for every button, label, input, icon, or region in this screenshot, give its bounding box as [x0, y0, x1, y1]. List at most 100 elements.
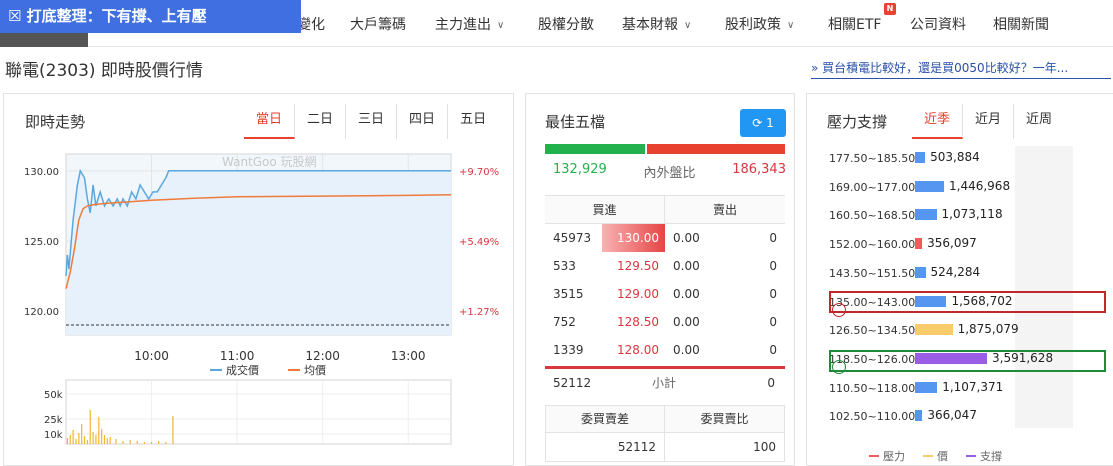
ratio-label: 內外盤比 [643, 166, 696, 181]
volume-bar [915, 324, 953, 336]
legend-label: 支撐 [980, 450, 1002, 463]
price-range: 102.50~110.00 [829, 410, 916, 424]
volume-bar [92, 432, 94, 444]
volume-bar [165, 442, 167, 444]
ask-price: 0.00 [673, 259, 700, 273]
volume-bar [86, 440, 88, 444]
bid-volume: 533 [553, 259, 576, 273]
nav-item-label: 主力進出 [435, 17, 491, 33]
marker-circle-green [832, 360, 846, 374]
promo-link[interactable]: » 買台積電比較好，還是買0050比較好？一年... [811, 59, 1111, 79]
volume-bar [89, 410, 91, 444]
ask-volume: 0 [769, 259, 777, 273]
ask-price: 0.00 [673, 287, 700, 301]
y-tick-percent-label: +1.27% [459, 307, 499, 318]
nav-item-news[interactable]: 相關新聞 [993, 0, 1049, 47]
diff-values: 52112 100 [546, 433, 784, 461]
best5-row: 752 128.50 0.00 0 [545, 308, 785, 336]
volume-bar [75, 439, 77, 444]
subtotal-sell: 0 [767, 376, 775, 390]
nav-item-dividend[interactable]: 股利政策 ∨ [725, 0, 794, 47]
sticky-banner[interactable]: ☒ 打底整理：下有撐、上有壓 [0, 0, 301, 33]
volume-tick-label: 50k [44, 390, 63, 401]
bid-price: 129.50 [617, 259, 659, 273]
bid-volume: 752 [553, 315, 576, 329]
ratio-value: 100 [753, 440, 776, 454]
inner-outer-row: 132,929 內外盤比 186,343 [534, 162, 794, 181]
volume-value: 366,047 [927, 408, 977, 423]
pressure-row: 102.50~110.00 366,047 [807, 407, 1107, 427]
outer-ratio-fill [646, 144, 785, 154]
volume-bar [915, 209, 937, 221]
price-range: 160.50~168.50 [829, 209, 916, 223]
bid-volume: 3515 [553, 287, 584, 301]
nav-item-etf[interactable]: 相關ETF [828, 0, 881, 47]
volume-tick-label: 10k [44, 430, 63, 441]
volume-bar [106, 438, 108, 444]
nav-item-big-holders[interactable]: 大戶籌碼 [350, 0, 406, 47]
tab-quarter[interactable]: 近季 [912, 104, 964, 139]
bid-volume: 45973 [553, 231, 592, 245]
legend-price: 成交價 [210, 362, 259, 378]
page-title: 聯電(2303) 即時股價行情 [5, 61, 203, 81]
volume-value: 1,446,968 [949, 178, 1011, 193]
x-tick-label: 13:00 [391, 349, 426, 363]
y-tick-label: 130.00 [24, 167, 59, 178]
pressure-title: 壓力支撐 [827, 113, 888, 131]
refresh-icon: ⟳ [752, 116, 763, 130]
pressure-row: 152.00~160.00 356,097 [807, 235, 1107, 255]
volume-bar [95, 435, 97, 444]
volume-bar [172, 416, 174, 444]
volume-bar [915, 152, 926, 163]
volume-bar [129, 440, 131, 444]
subtotal-buy: 52112 [553, 376, 592, 390]
ask-volume: 0 [769, 343, 777, 357]
nav-item-equity-dispersion[interactable]: 股權分散 [538, 0, 594, 47]
diff-value: 52112 [546, 433, 665, 461]
ask-price: 0.00 [673, 343, 700, 357]
subtotal-label: 小計 [651, 376, 676, 390]
volume-value: 356,097 [927, 236, 977, 251]
pressure-row: 160.50~168.50 1,073,118 [807, 206, 1107, 226]
volume-bar [122, 441, 124, 444]
nav-item-company[interactable]: 公司資料 [910, 0, 966, 47]
volume-bar [915, 180, 944, 192]
ratio-header-label: 委買賣比 [700, 412, 749, 426]
best5-row: 45973 130.00 0.00 0 [545, 224, 785, 252]
volume-bar [143, 442, 146, 444]
nav-item-change[interactable]: 變化 [297, 0, 325, 47]
best5-header: 買進 賣出 [545, 196, 785, 224]
buy-header: 買進 [545, 196, 665, 223]
price-range: 110.50~118.00 [829, 381, 916, 395]
pressure-row: 169.00~177.00 1,446,968 [807, 178, 1107, 198]
volume-bar [136, 441, 138, 444]
legend-support: 支撐 [966, 448, 1002, 464]
legend-avg: 均價 [288, 362, 326, 378]
tab-month[interactable]: 近月 [963, 104, 1015, 139]
top-nav: ☒ 打底整理：下有撐、上有壓 變化 大戶籌碼 主力進出 ∨ 股權分散 基本財報 ∨ … [0, 0, 1113, 47]
volume-bar [101, 429, 103, 444]
tab-week[interactable]: 近周 [1014, 104, 1064, 139]
marker-circle-red [832, 303, 846, 317]
legend-swatch-avg [288, 369, 300, 371]
pressure-panel: 壓力支撐 近季 近月 近周 177.50~185.50 503,884 169.00… [806, 93, 1113, 466]
legend-price: 價 [923, 448, 948, 464]
banner-shade [0, 33, 88, 47]
refresh-button[interactable]: ⟳ 1 [740, 109, 786, 137]
trend-panel: 即時走勢 當日 二日 三日 四日 五日 10:00 11:00 12:00 13:00… [3, 93, 514, 466]
volume-bar [98, 417, 100, 444]
pressure-row: 126.50~134.50 1,875,079 [807, 321, 1107, 341]
price-range: 152.00~160.00 [829, 238, 916, 252]
highlight-box-green [829, 350, 1106, 372]
watermark: WantGoo 玩股網 [222, 155, 317, 169]
x-tick-label: 12:00 [305, 349, 340, 363]
volume-value: 1,875,079 [957, 322, 1019, 337]
volume-bar [915, 381, 938, 393]
nav-item-label: 股利政策 [725, 17, 781, 33]
nav-item-financials[interactable]: 基本財報 ∨ [622, 0, 691, 47]
ask-price: 0.00 [673, 231, 700, 245]
best5-row: 3515 129.00 0.00 0 [545, 280, 785, 308]
volume-tick-label: 25k [44, 415, 63, 426]
pressure-tabs: 近季 近月 近周 [912, 104, 1064, 139]
nav-item-main-force[interactable]: 主力進出 ∨ [435, 0, 504, 47]
